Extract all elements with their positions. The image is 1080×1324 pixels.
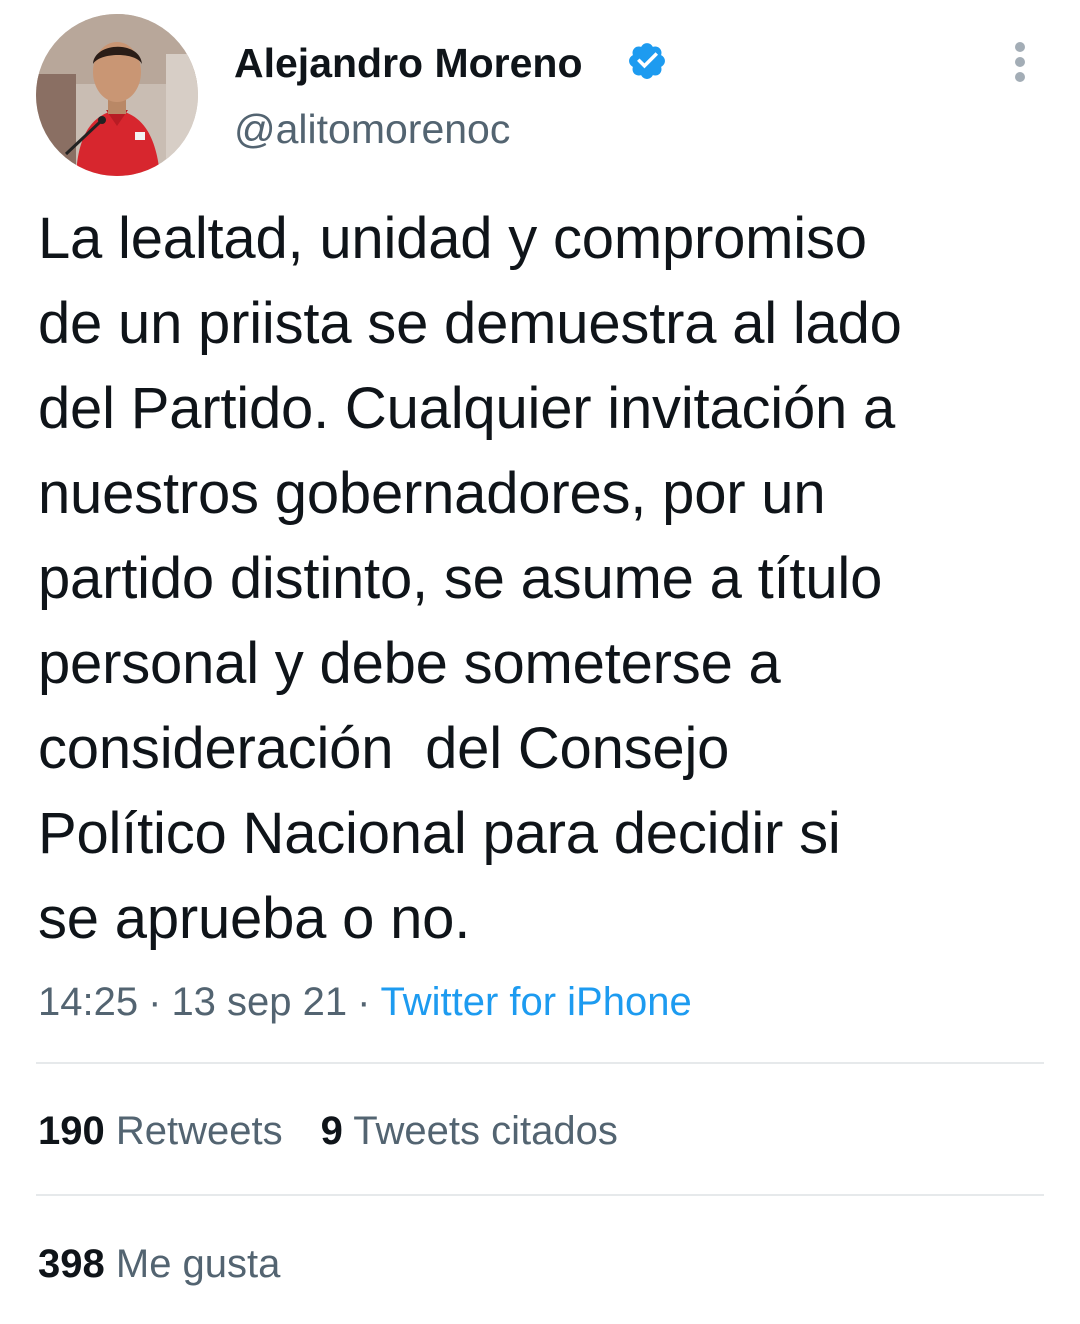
- tweet-source-link[interactable]: Twitter for iPhone: [380, 980, 691, 1024]
- verified-badge-icon: [629, 43, 665, 79]
- engagement-stats-row: 190 Retweets 9 Tweets citados: [38, 1107, 618, 1155]
- profile-photo: [36, 14, 198, 176]
- tweet-date: 13 sep 21: [171, 980, 348, 1024]
- avatar[interactable]: [36, 14, 198, 176]
- display-name[interactable]: Alejandro Moreno: [234, 38, 583, 88]
- likes-stat[interactable]: 398 Me gusta: [38, 1242, 280, 1286]
- quotes-label: Tweets citados: [353, 1109, 618, 1153]
- meta-separator: ·: [148, 980, 162, 1024]
- quotes-count: 9: [320, 1109, 343, 1153]
- divider: [36, 1194, 1044, 1196]
- likes-count: 398: [38, 1242, 105, 1286]
- divider: [36, 1062, 1044, 1064]
- retweets-label: Retweets: [115, 1109, 283, 1153]
- tweet-meta: 14:25 · 13 sep 21 · Twitter for iPhone: [38, 978, 692, 1026]
- tweet-text: La lealtad, unidad y compromiso de un pr…: [38, 206, 902, 951]
- likes-stats-row: 398 Me gusta: [38, 1240, 280, 1288]
- retweets-stat[interactable]: 190 Retweets: [38, 1109, 283, 1153]
- likes-label: Me gusta: [115, 1242, 281, 1286]
- tweet-time: 14:25: [38, 980, 139, 1024]
- retweets-count: 190: [38, 1109, 105, 1153]
- meta-separator-2: ·: [357, 980, 371, 1024]
- quote-tweets-stat[interactable]: 9 Tweets citados: [321, 1109, 618, 1153]
- vertical-dots-icon[interactable]: [1000, 40, 1040, 84]
- user-handle[interactable]: @alitomorenoc: [234, 104, 510, 154]
